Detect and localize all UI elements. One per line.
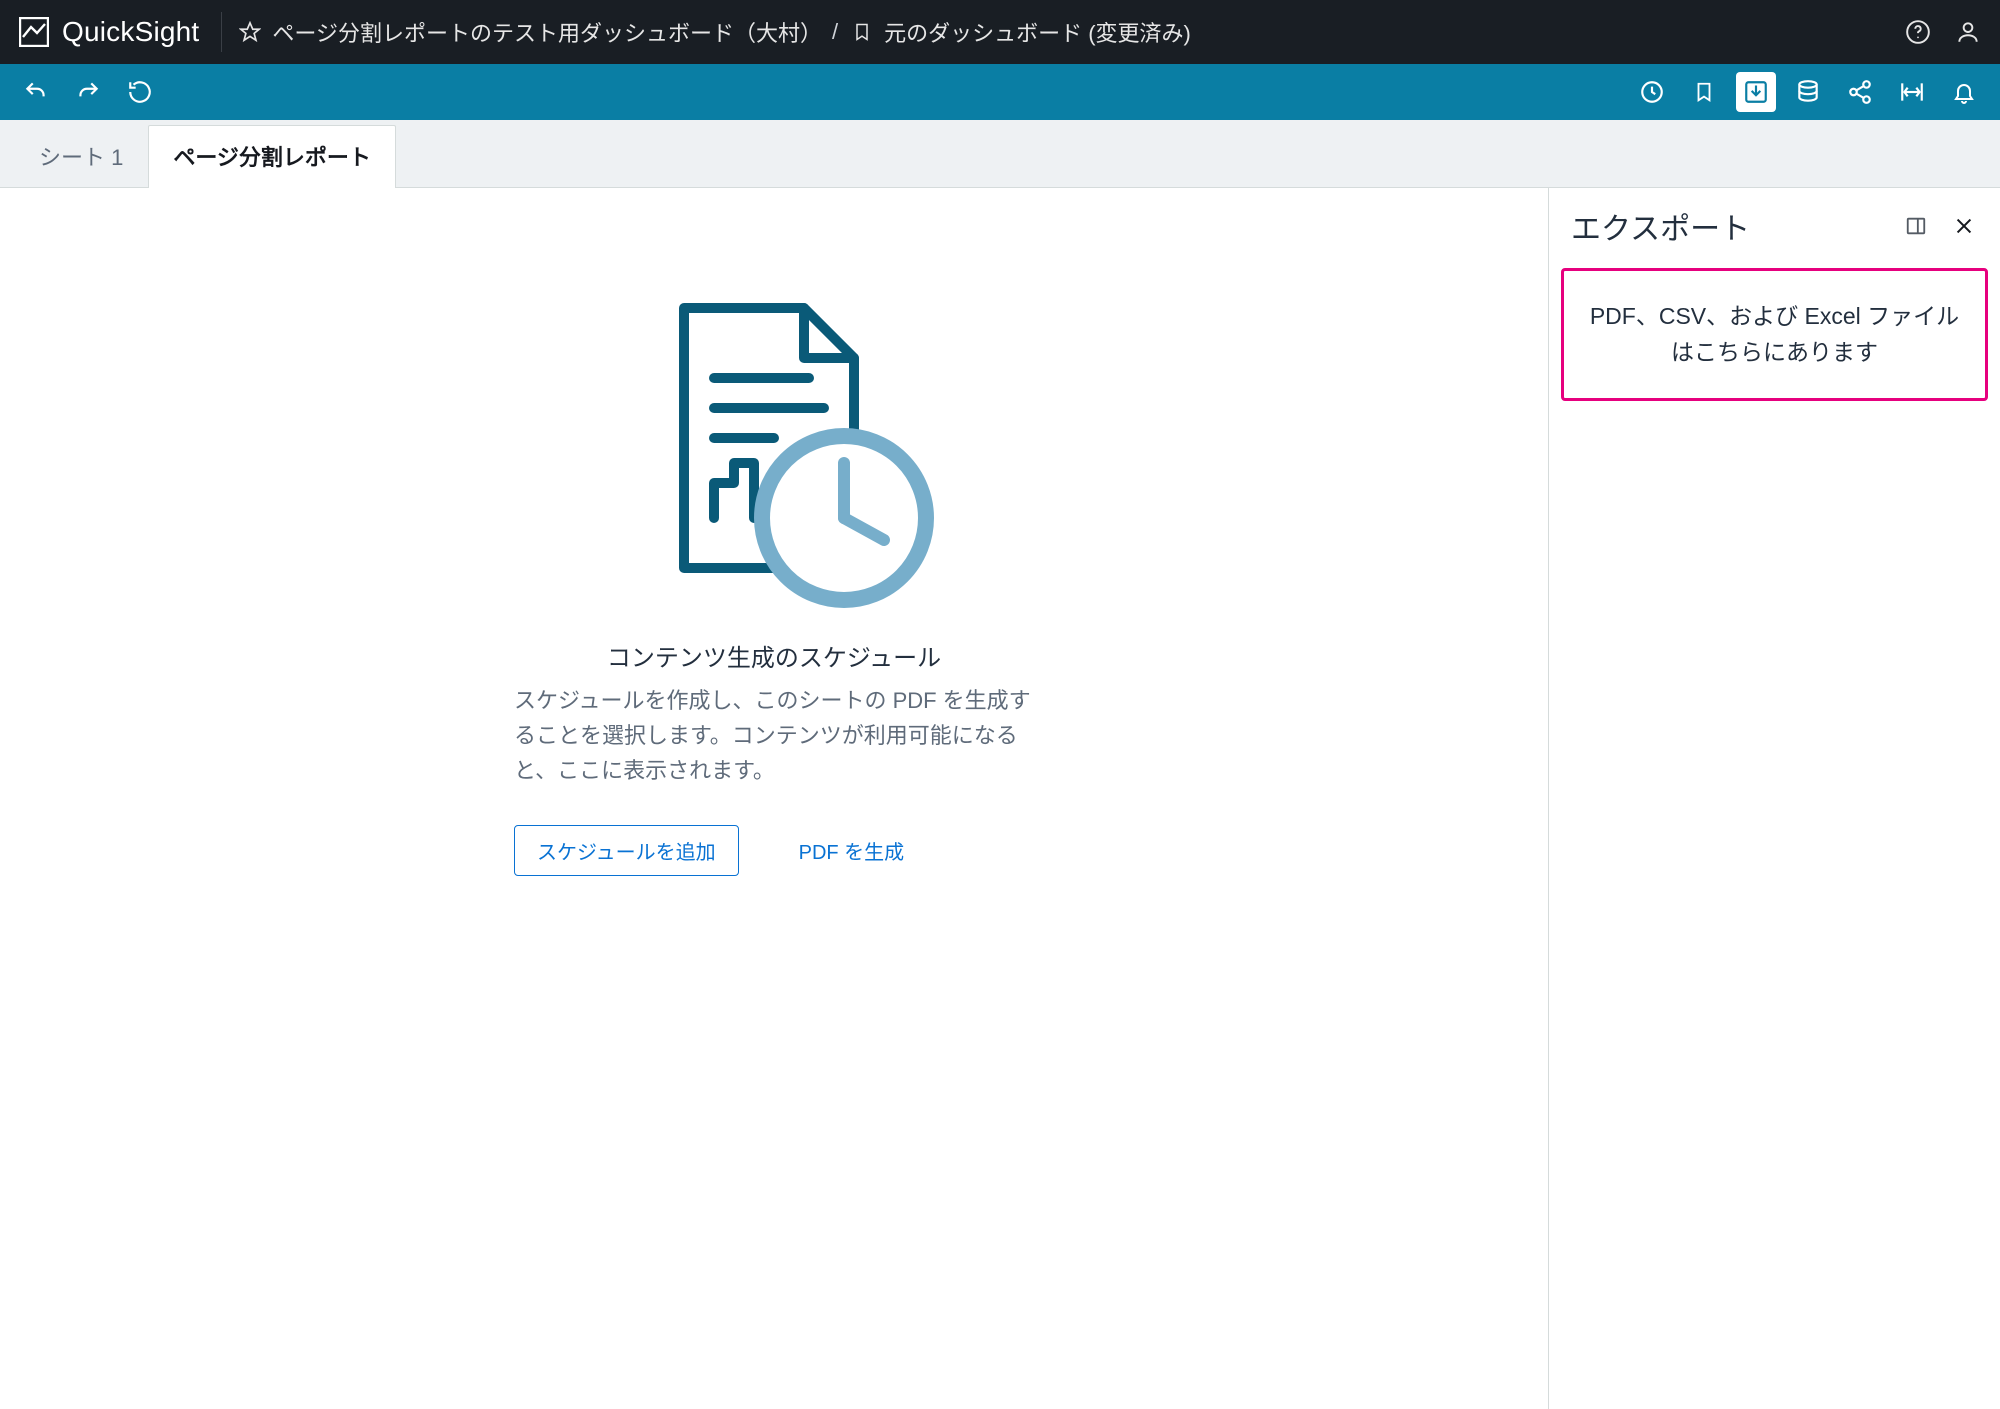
- revert-icon[interactable]: [120, 72, 160, 112]
- export-panel-actions: [1902, 212, 1978, 240]
- app-header: QuickSight ページ分割レポートのテスト用ダッシュボード（大村） / 元…: [0, 0, 2000, 64]
- close-icon[interactable]: [1950, 212, 1978, 240]
- schedule-document-illustration: [514, 248, 1034, 638]
- download-icon[interactable]: [1736, 72, 1776, 112]
- main: コンテンツ生成のスケジュール スケジュールを作成し、このシートの PDF を生成…: [0, 188, 2000, 1409]
- breadcrumb-item-0[interactable]: ページ分割レポートのテスト用ダッシュボード（大村）: [236, 16, 822, 48]
- recent-icon[interactable]: [1632, 72, 1672, 112]
- export-panel: エクスポート PDF、CSV、および Excel ファイルはこちらにあります: [1548, 188, 2000, 1409]
- empty-state-body: スケジュールを作成し、このシートの PDF を生成することを選択します。コンテン…: [514, 683, 1034, 789]
- breadcrumb-separator: /: [832, 19, 838, 45]
- tab-label: ページ分割レポート: [173, 145, 371, 170]
- sheet-tabs: シート 1 ページ分割レポート: [0, 120, 2000, 188]
- database-icon[interactable]: [1788, 72, 1828, 112]
- tab-sheet-1[interactable]: シート 1: [14, 125, 148, 188]
- tab-label: シート 1: [39, 145, 123, 170]
- redo-icon[interactable]: [68, 72, 108, 112]
- canvas: コンテンツ生成のスケジュール スケジュールを作成し、このシートの PDF を生成…: [0, 188, 1548, 1409]
- breadcrumb-label: 元のダッシュボード (変更済み): [884, 16, 1191, 48]
- toolbar: [0, 64, 2000, 120]
- undo-icon[interactable]: [16, 72, 56, 112]
- add-schedule-button[interactable]: スケジュールを追加: [514, 825, 739, 876]
- bookmark-icon[interactable]: [1684, 72, 1724, 112]
- brand[interactable]: QuickSight: [18, 12, 222, 52]
- breadcrumb-label: ページ分割レポートのテスト用ダッシュボード（大村）: [272, 16, 822, 48]
- brand-name: QuickSight: [62, 16, 199, 48]
- export-panel-header: エクスポート: [1549, 188, 2000, 266]
- empty-state-actions: スケジュールを追加 PDF を生成: [514, 825, 1034, 876]
- help-icon[interactable]: [1904, 18, 1932, 46]
- dock-panel-icon[interactable]: [1902, 212, 1930, 240]
- empty-state-title: コンテンツ生成のスケジュール: [514, 638, 1034, 673]
- header-actions: [1904, 18, 1982, 46]
- share-icon[interactable]: [1840, 72, 1880, 112]
- export-panel-title: エクスポート: [1571, 204, 1750, 248]
- generate-pdf-button[interactable]: PDF を生成: [799, 836, 905, 865]
- breadcrumb-item-1[interactable]: 元のダッシュボード (変更済み): [848, 16, 1191, 48]
- user-icon[interactable]: [1954, 18, 1982, 46]
- tab-paginated-report[interactable]: ページ分割レポート: [148, 125, 396, 188]
- notifications-icon[interactable]: [1944, 72, 1984, 112]
- star-icon: [236, 18, 264, 46]
- empty-state: コンテンツ生成のスケジュール スケジュールを作成し、このシートの PDF を生成…: [514, 248, 1034, 876]
- quicksight-logo-icon: [18, 16, 50, 48]
- toolbar-right: [1632, 72, 1984, 112]
- fit-width-icon[interactable]: [1892, 72, 1932, 112]
- breadcrumb: ページ分割レポートのテスト用ダッシュボード（大村） / 元のダッシュボード (変…: [236, 16, 1890, 48]
- export-info-card: PDF、CSV、および Excel ファイルはこちらにあります: [1561, 268, 1988, 401]
- bookmark-icon: [848, 18, 876, 46]
- toolbar-left: [16, 72, 160, 112]
- export-info-text: PDF、CSV、および Excel ファイルはこちらにあります: [1590, 303, 1959, 365]
